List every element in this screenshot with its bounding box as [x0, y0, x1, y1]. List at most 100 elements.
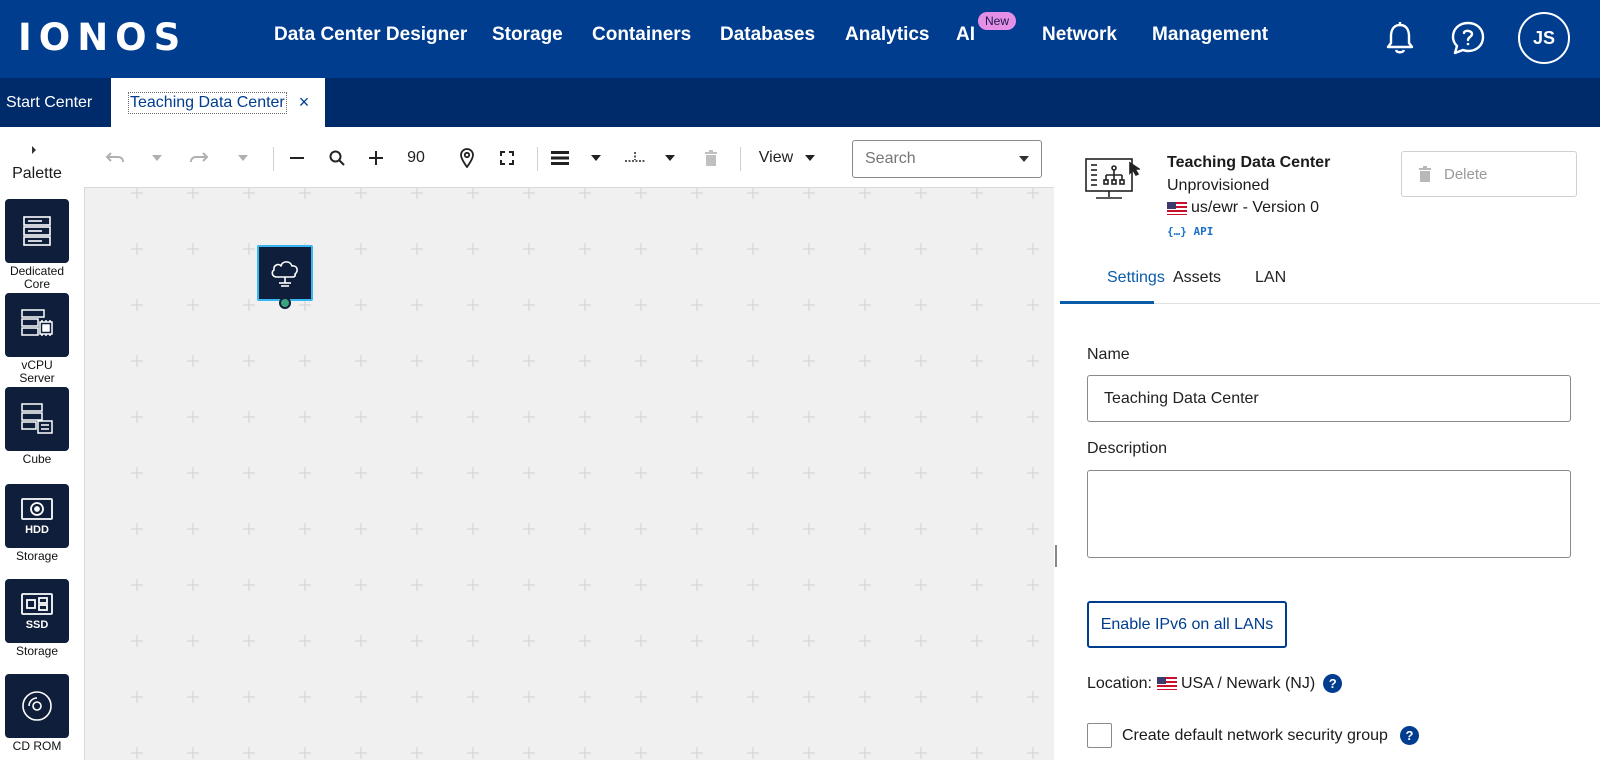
toolbar-divider	[740, 147, 741, 171]
location-value: USA / Newark (NJ)	[1180, 674, 1316, 692]
redo-icon[interactable]	[188, 148, 210, 168]
delete-label: Delete	[1444, 165, 1488, 183]
search-dropdown-icon[interactable]	[1019, 154, 1029, 164]
help-chat-icon[interactable]	[1448, 18, 1488, 58]
location-row: Location: USA / Newark (NJ) ?	[1087, 674, 1343, 693]
designer-toolbar: 90 View	[84, 127, 1055, 185]
delete-button[interactable]: Delete	[1401, 151, 1577, 197]
security-group-label: Create default network security group	[1122, 726, 1388, 744]
dedicated-core-server-icon	[5, 199, 69, 263]
document-tab-bar: Start Center Teaching Data Center ×	[0, 78, 1600, 127]
nav-analytics[interactable]: Analytics	[845, 24, 929, 46]
palette-item-cube[interactable]: Cube	[5, 387, 69, 466]
undo-icon[interactable]	[104, 148, 126, 168]
vcpu-server-icon	[5, 293, 69, 357]
tab-label: Teaching Data Center	[128, 91, 287, 114]
data-center-region: us/ewr - Version 0	[1167, 199, 1319, 217]
search-input[interactable]	[865, 150, 1005, 168]
panel-resize-handle[interactable]	[1055, 545, 1057, 567]
provisioning-status: Unprovisioned	[1167, 177, 1270, 194]
toolbar-divider	[273, 147, 274, 171]
view-menu-button[interactable]: View	[756, 148, 796, 168]
palette-item-vcpu-server[interactable]: vCPU Server	[5, 293, 69, 385]
nav-management[interactable]: Management	[1152, 24, 1268, 46]
top-navigation-bar: IONOS Data Center Designer Storage Conta…	[0, 0, 1600, 78]
cloud-internet-icon	[271, 261, 298, 287]
security-group-help-icon[interactable]: ?	[1399, 726, 1419, 745]
notifications-bell-icon[interactable]	[1380, 18, 1420, 58]
canvas-grid	[131, 188, 1039, 759]
nav-network[interactable]: Network	[1042, 24, 1117, 46]
security-group-row: Create default network security group ?	[1087, 723, 1419, 748]
palette-sidebar: Palette Dedicated Core vCPU Server Cube …	[0, 127, 84, 760]
region-text: us/ewr - Version 0	[1191, 199, 1320, 216]
undo-dropdown-icon[interactable]	[150, 148, 164, 168]
active-tab-indicator	[1060, 301, 1154, 304]
hdd-storage-icon: HDD	[5, 484, 69, 548]
description-label: Description	[1087, 440, 1168, 457]
zoom-out-icon[interactable]	[289, 148, 305, 168]
us-flag-icon	[1156, 677, 1177, 690]
location-help-icon[interactable]: ?	[1323, 674, 1343, 693]
tab-lan[interactable]: LAN	[1255, 269, 1286, 287]
zoom-search-icon[interactable]	[328, 148, 346, 168]
list-layout-icon[interactable]	[550, 148, 570, 168]
palette-label: Storage	[15, 644, 59, 658]
palette-item-hdd-storage[interactable]: HDD Storage	[5, 484, 69, 563]
palette-label: vCPU Server	[19, 358, 55, 385]
location-label: Location:	[1087, 674, 1152, 692]
tab-settings[interactable]: Settings	[1107, 269, 1165, 287]
redo-dropdown-icon[interactable]	[236, 148, 250, 168]
description-field[interactable]	[1087, 470, 1571, 558]
palette-label: Dedicated Core	[9, 264, 65, 291]
palette-label: Cube	[22, 452, 52, 466]
ionos-logo[interactable]: IONOS	[18, 16, 187, 59]
name-field[interactable]	[1087, 375, 1571, 422]
data-center-icon	[1084, 157, 1142, 208]
fit-to-screen-icon[interactable]	[498, 148, 516, 168]
ssd-storage-icon: SSD	[5, 579, 69, 643]
tab-start-center[interactable]: Start Center	[0, 78, 98, 127]
security-group-checkbox[interactable]	[1087, 723, 1112, 748]
palette-item-cd-rom[interactable]: CD ROM	[5, 674, 69, 753]
api-link[interactable]: {…} API	[1167, 225, 1213, 238]
palette-label: CD ROM	[12, 739, 62, 753]
properties-panel: Teaching Data Center Unprovisioned us/ew…	[1060, 127, 1600, 760]
palette-item-ssd-storage[interactable]: SSD Storage	[5, 579, 69, 658]
panel-tabs: Settings Assets LAN	[1060, 261, 1600, 304]
palette-collapse-icon[interactable]	[30, 145, 38, 158]
internet-access-node[interactable]	[257, 245, 313, 301]
view-dropdown-icon[interactable]	[804, 148, 816, 168]
us-flag-icon	[1167, 201, 1187, 215]
tab-teaching-data-center[interactable]: Teaching Data Center ×	[111, 78, 325, 127]
cd-rom-icon	[5, 674, 69, 738]
name-label: Name	[1087, 346, 1130, 363]
nav-data-center-designer[interactable]: Data Center Designer	[274, 24, 467, 46]
nav-databases[interactable]: Databases	[720, 24, 815, 46]
location-pin-icon[interactable]	[458, 148, 476, 168]
cube-icon	[5, 387, 69, 451]
tab-assets[interactable]: Assets	[1173, 269, 1221, 287]
search-select[interactable]	[852, 140, 1042, 178]
tab-close-icon[interactable]: ×	[299, 92, 310, 113]
zoom-in-icon[interactable]	[368, 148, 384, 168]
layout-dropdown-icon[interactable]	[590, 148, 602, 168]
connector-style-icon[interactable]	[624, 148, 646, 168]
node-status-indicator[interactable]	[279, 297, 291, 309]
palette-title: Palette	[12, 165, 62, 182]
zoom-level[interactable]: 90	[402, 148, 430, 168]
user-avatar[interactable]: JS	[1518, 12, 1570, 64]
trash-icon	[1419, 166, 1431, 182]
nav-storage[interactable]: Storage	[492, 24, 563, 46]
trash-icon[interactable]	[702, 148, 720, 168]
toolbar-divider	[537, 147, 538, 171]
nav-ai[interactable]: AI	[956, 24, 975, 46]
connector-dropdown-icon[interactable]	[664, 148, 676, 168]
palette-item-dedicated-core[interactable]: Dedicated Core	[5, 199, 69, 291]
nav-containers[interactable]: Containers	[592, 24, 691, 46]
enable-ipv6-button[interactable]: Enable IPv6 on all LANs	[1087, 601, 1287, 648]
new-badge: New	[978, 12, 1017, 30]
palette-label: Storage	[15, 549, 59, 563]
data-center-name: Teaching Data Center	[1167, 154, 1331, 171]
designer-canvas[interactable]	[84, 187, 1054, 760]
